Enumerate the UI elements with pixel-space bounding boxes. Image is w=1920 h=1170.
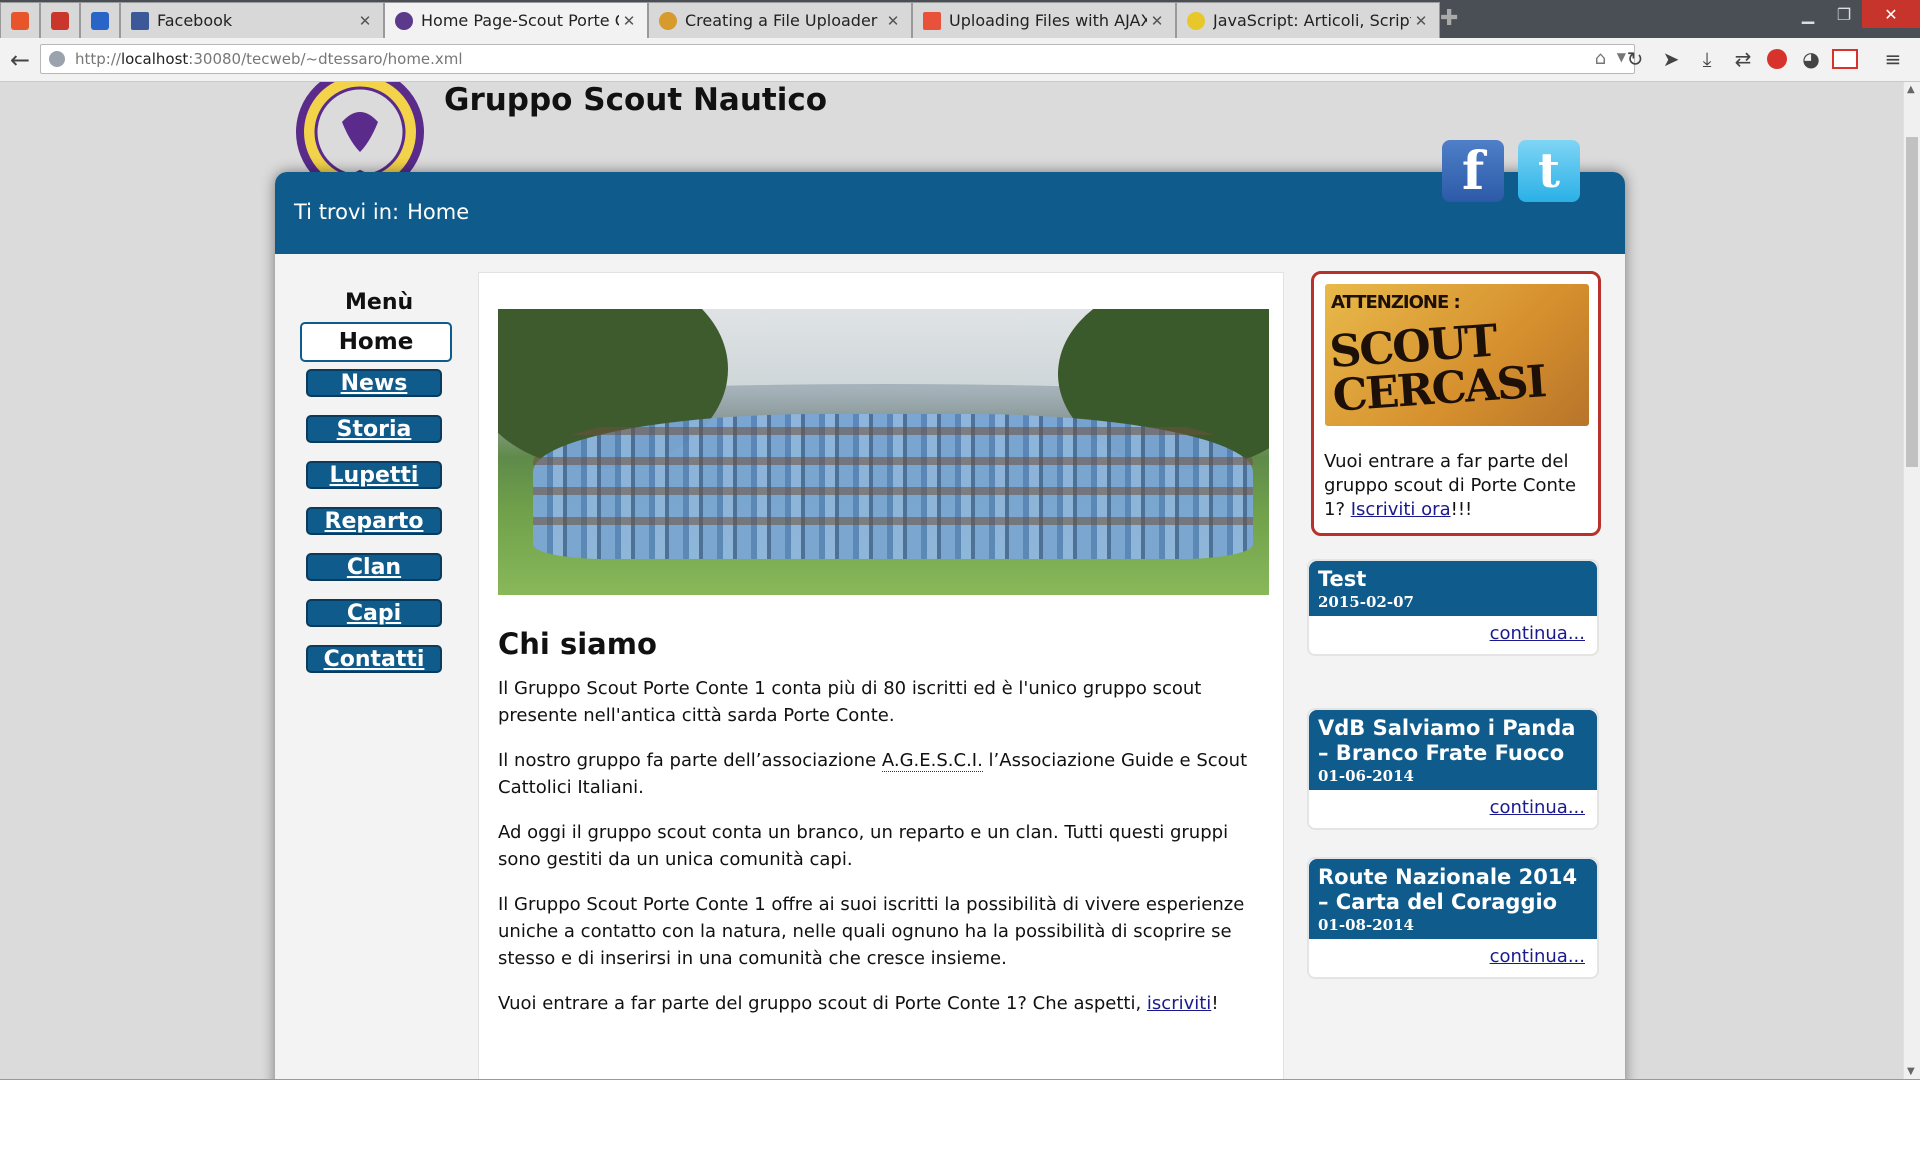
tab-file-uploader[interactable]: Creating a File Uploader Usi... ✕: [648, 2, 912, 38]
menu-title: Menù: [345, 290, 414, 315]
url-prefix: http://: [75, 50, 121, 68]
scout-icon: [395, 11, 413, 30]
new-tab-icon[interactable]: ✚: [1440, 6, 1458, 31]
url-rest: :30080/tecweb/~dtessaro/home.xml: [188, 50, 463, 68]
group-photo: [498, 309, 1269, 595]
site-title: Gruppo Scout Nautico: [444, 82, 828, 118]
breadcrumb-bar: Ti trovi in: Home: [275, 172, 1625, 254]
facebook-button[interactable]: f: [1442, 140, 1504, 202]
page-viewport: Gruppo Scout Nautico Ti trovi in: Home Me…: [0, 82, 1903, 1079]
tab-label: Creating a File Uploader Usi...: [685, 11, 883, 30]
menu-item-storia[interactable]: Storia: [306, 415, 442, 443]
paragraph-1: Il Gruppo Scout Porte Conte 1 conta più …: [498, 678, 1202, 726]
menu-icon[interactable]: ≡: [1880, 46, 1906, 72]
pinned-tab-html5up[interactable]: [0, 2, 40, 38]
menu-item-contatti[interactable]: Contatti: [306, 645, 442, 673]
menu-item-clan[interactable]: Clan: [306, 553, 442, 581]
menu-item-news[interactable]: News: [306, 369, 442, 397]
scout-cercasi-banner: ATTENZIONE : SCOUT CERCASI: [1325, 284, 1589, 426]
globe-icon: [49, 51, 65, 67]
pinned-tab-xml[interactable]: [40, 2, 80, 38]
browser-tab-bar: Facebook ✕ Home Page-Scout Porte Co... ✕…: [0, 0, 1920, 38]
site-icon: [659, 11, 677, 30]
tab-label: Facebook: [157, 11, 233, 30]
section-heading: Chi siamo: [498, 627, 657, 661]
minimize-icon[interactable]: ▁: [1790, 0, 1826, 28]
send-icon[interactable]: ➤: [1658, 46, 1684, 72]
iscriviti-ora-link[interactable]: Iscriviti ora: [1351, 499, 1451, 520]
facebook-icon: [131, 11, 149, 30]
news-card: Test 2015-02-07 continua...: [1307, 559, 1599, 656]
back-arrow-icon[interactable]: ←: [10, 46, 30, 74]
menu-item-capi[interactable]: Capi: [306, 599, 442, 627]
tab-javascript[interactable]: JavaScript: Articoli, Script e ... ✕: [1176, 2, 1440, 38]
home-icon[interactable]: ⌂: [1595, 48, 1606, 69]
tab-label: Uploading Files with AJAX - ...: [949, 11, 1147, 30]
news-title: Test: [1318, 567, 1367, 591]
continua-link[interactable]: continua...: [1309, 616, 1597, 654]
share-icon[interactable]: ⇄: [1730, 46, 1756, 72]
browser-toolbar: ← http://localhost:30080/tecweb/~dtessar…: [0, 38, 1920, 82]
url-host: localhost: [120, 50, 189, 68]
page-frame: Ti trovi in: Home Menù Home News Storia L…: [275, 172, 1625, 1079]
paragraph-4: Il Gruppo Scout Porte Conte 1 offre ai s…: [498, 894, 1245, 969]
close-icon[interactable]: ✕: [619, 12, 639, 30]
continua-link[interactable]: continua...: [1309, 939, 1597, 977]
tab-facebook[interactable]: Facebook ✕: [120, 2, 384, 38]
close-icon[interactable]: ✕: [1411, 12, 1431, 30]
tab-uploading-files[interactable]: Uploading Files with AJAX - ... ✕: [912, 2, 1176, 38]
news-date: 2015-02-07: [1318, 593, 1414, 611]
clock-icon[interactable]: ◕: [1798, 46, 1824, 72]
tab-label: Home Page-Scout Porte Co...: [421, 11, 619, 30]
breadcrumb-current: Home: [407, 200, 470, 224]
content-area: Menù Home News Storia Lupetti Reparto Cl…: [275, 254, 1625, 1079]
news-date: 01-06-2014: [1318, 767, 1414, 785]
menu-item-reparto[interactable]: Reparto: [306, 507, 442, 535]
scroll-down-icon[interactable]: ▼: [1907, 1066, 1915, 1077]
download-icon[interactable]: ⤓: [1694, 46, 1720, 72]
recruit-text: Vuoi entrare a far parte del gruppo scou…: [1324, 451, 1577, 520]
paragraph-3: Ad oggi il gruppo scout conta un branco,…: [498, 822, 1229, 870]
pinned-tab-html5[interactable]: [80, 2, 120, 38]
address-bar[interactable]: http://localhost:30080/tecweb/~dtessaro/…: [40, 44, 1635, 74]
paragraph-5: Vuoi entrare a far parte del gruppo scou…: [498, 993, 1219, 1014]
site-icon: [1187, 11, 1205, 30]
agesci-abbr: A.G.E.S.C.I.: [881, 750, 983, 772]
news-title: Route Nazionale 2014 – Carta del Coraggi…: [1318, 865, 1578, 914]
maximize-icon[interactable]: ❐: [1826, 0, 1862, 28]
reload-icon[interactable]: ↻: [1622, 46, 1648, 72]
news-date: 01-08-2014: [1318, 916, 1414, 934]
news-card: Route Nazionale 2014 – Carta del Coraggi…: [1307, 857, 1599, 979]
scroll-up-icon[interactable]: ▲: [1907, 84, 1915, 95]
paragraph-2: Il nostro gruppo fa parte dell’associazi…: [498, 750, 1248, 798]
tab-home-page[interactable]: Home Page-Scout Porte Co... ✕: [384, 2, 648, 38]
recruit-box: ATTENZIONE : SCOUT CERCASI Vuoi entrare …: [1311, 271, 1601, 536]
breadcrumb-prefix: Ti trovi in:: [294, 200, 400, 224]
scrollbar-thumb[interactable]: [1906, 137, 1918, 467]
tab-label: JavaScript: Articoli, Script e ...: [1213, 11, 1411, 30]
vertical-scrollbar[interactable]: ▲ ▼: [1903, 82, 1920, 1079]
close-window-icon[interactable]: ✕: [1862, 0, 1920, 28]
news-title: VdB Salviamo i Panda – Branco Frate Fuoc…: [1318, 716, 1576, 765]
breadcrumb: Ti trovi in: Home: [294, 200, 469, 224]
close-icon[interactable]: ✕: [1147, 12, 1167, 30]
close-icon[interactable]: ✕: [883, 12, 903, 30]
iscriviti-link[interactable]: iscriviti: [1147, 993, 1211, 1014]
twitter-button[interactable]: t: [1518, 140, 1580, 202]
continua-link[interactable]: continua...: [1309, 790, 1597, 828]
news-card: VdB Salviamo i Panda – Branco Frate Fuoc…: [1307, 708, 1599, 830]
main-content: Chi siamo Il Gruppo Scout Porte Conte 1 …: [478, 272, 1284, 1079]
bottom-area: [0, 1079, 1920, 1170]
close-icon[interactable]: ✕: [355, 12, 375, 30]
menu-item-lupetti[interactable]: Lupetti: [306, 461, 442, 489]
adblock-icon[interactable]: [1764, 46, 1790, 72]
site-icon: [923, 11, 941, 30]
gmail-icon[interactable]: [1832, 46, 1858, 72]
menu-item-home[interactable]: Home: [300, 322, 452, 362]
